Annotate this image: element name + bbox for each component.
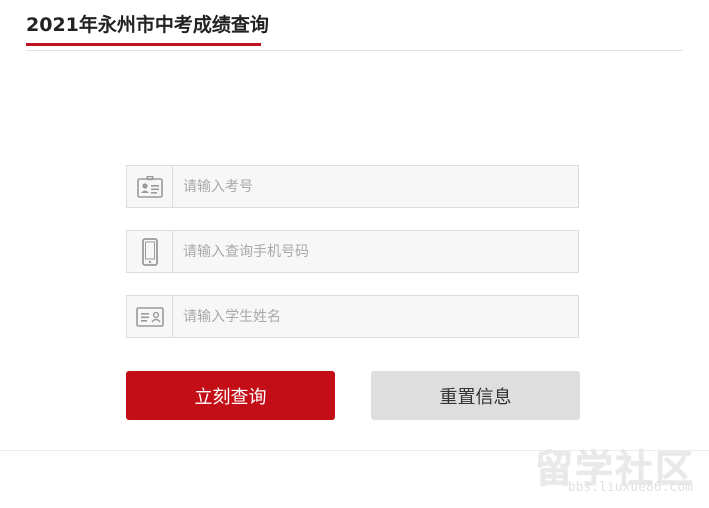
site-watermark: 留学社区 bbs.liuxue86.com xyxy=(535,438,695,498)
page-title: 2021年永州市中考成绩查询 xyxy=(26,14,269,36)
student-name-field xyxy=(126,295,579,338)
query-button[interactable]: 立刻查询 xyxy=(126,371,335,420)
phone-number-input[interactable] xyxy=(173,231,573,272)
page: 2021年永州市中考成绩查询 请输入考号 请输入查询手机号码 请输入学生姓名 立… xyxy=(0,0,709,508)
phone-number-field xyxy=(126,230,579,273)
name-card-icon xyxy=(127,296,173,337)
header-divider xyxy=(26,50,683,51)
exam-number-field xyxy=(126,165,579,208)
watermark-url: bbs.liuxue86.com xyxy=(567,480,693,495)
exam-number-input[interactable] xyxy=(173,166,573,207)
student-name-input[interactable] xyxy=(173,296,573,337)
reset-button[interactable]: 重置信息 xyxy=(371,371,580,420)
id-badge-icon xyxy=(127,166,173,207)
title-underline-accent xyxy=(26,43,261,46)
mobile-phone-icon xyxy=(127,231,173,272)
